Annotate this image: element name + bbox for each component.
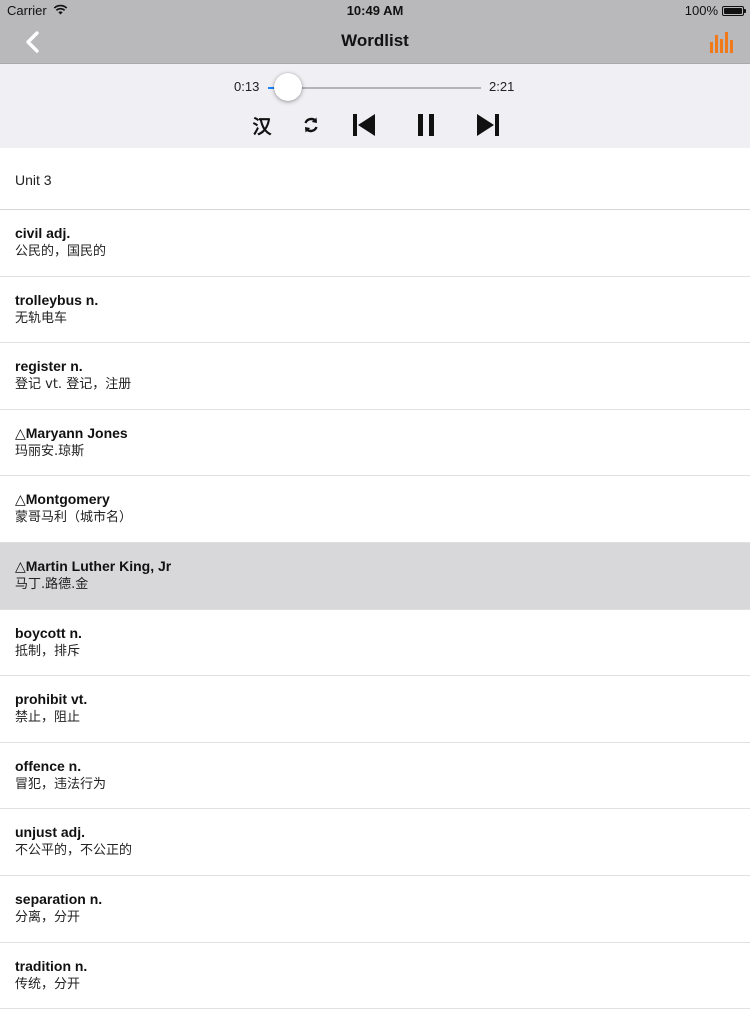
word-term: register n.: [15, 358, 83, 375]
slider-thumb[interactable]: [273, 73, 302, 101]
elapsed-time: 0:13: [234, 79, 260, 94]
word-meaning: 禁止，阻止: [15, 710, 81, 726]
word-term: △Montgomery: [15, 491, 110, 508]
word-meaning: 登记 vt. 登记，注册: [15, 377, 132, 393]
pause-icon: [418, 114, 434, 136]
list-item[interactable]: △Martin Luther King, Jr 马丁.路德.金: [0, 542, 750, 610]
skip-next-icon: [477, 114, 499, 136]
word-term: civil adj.: [15, 225, 71, 241]
word-meaning: 玛丽安.琼斯: [15, 443, 85, 459]
status-bar: Carrier 10:49 AM 100%: [0, 0, 750, 20]
list-item[interactable]: boycott n. 抵制，排斥: [0, 610, 750, 677]
next-track-button[interactable]: [475, 111, 501, 139]
page-title: Wordlist: [341, 31, 409, 50]
word-term: △Martin Luther King, Jr: [15, 557, 172, 574]
word-meaning: 无轨电车: [15, 310, 68, 326]
word-meaning: 抵制，排斥: [15, 643, 81, 659]
word-meaning: 不公平的，不公正的: [15, 843, 133, 859]
list-item[interactable]: civil adj. 公民的，国民的: [0, 210, 750, 277]
word-term: boycott n.: [15, 624, 82, 641]
previous-track-button[interactable]: [351, 111, 377, 139]
word-term: △Maryann Jones: [15, 424, 128, 441]
list-item[interactable]: prohibit vt. 禁止，阻止: [0, 676, 750, 743]
chinese-toggle-button[interactable]: 汉: [249, 111, 275, 139]
battery-percent: 100%: [684, 3, 718, 18]
progress-slider[interactable]: [268, 73, 481, 101]
audio-player: 0:13 2:21 汉: [0, 64, 750, 148]
skip-previous-icon: [353, 114, 375, 136]
word-list: Unit 3 civil adj. 公民的，国民的 trolleybus n. 无轨电…: [0, 148, 750, 1009]
list-item[interactable]: △Maryann Jones 玛丽安.琼斯: [0, 410, 750, 477]
word-term: unjust adj.: [15, 824, 85, 841]
list-item[interactable]: tradition n. 传统，分开: [0, 943, 750, 1009]
word-meaning: 蒙哥马利（城市名）: [15, 510, 133, 526]
repeat-button[interactable]: [300, 111, 322, 139]
list-item[interactable]: separation n. 分离，分开: [0, 876, 750, 943]
word-meaning: 分离，分开: [15, 909, 81, 925]
equalizer-icon: [710, 32, 733, 53]
word-meaning: 传统，分开: [15, 976, 81, 992]
navigation-bar: Wordlist: [0, 20, 750, 64]
total-time: 2:21: [489, 79, 515, 94]
list-item[interactable]: register n. 登记 vt. 登记，注册: [0, 343, 750, 410]
battery-icon: [722, 5, 746, 16]
word-term: trolleybus n.: [15, 291, 99, 308]
pause-button[interactable]: [415, 111, 437, 139]
section-header: Unit 3: [0, 148, 750, 210]
word-term: offence n.: [15, 757, 82, 774]
list-item[interactable]: △Montgomery 蒙哥马利（城市名）: [0, 476, 750, 543]
repeat-icon: [304, 117, 318, 133]
word-meaning: 冒犯，违法行为: [15, 776, 107, 792]
list-item[interactable]: trolleybus n. 无轨电车: [0, 277, 750, 344]
word-term: tradition n.: [15, 957, 88, 974]
word-meaning: 马丁.路德.金: [15, 576, 89, 592]
word-meaning: 公民的，国民的: [15, 244, 107, 259]
list-item[interactable]: offence n. 冒犯，违法行为: [0, 743, 750, 810]
list-item[interactable]: unjust adj. 不公平的，不公正的: [0, 809, 750, 876]
status-time: 10:49 AM: [346, 3, 404, 18]
equalizer-button[interactable]: [708, 29, 734, 55]
status-right: 100%: [684, 3, 746, 18]
word-term: separation n.: [15, 890, 103, 907]
word-term: prohibit vt.: [15, 691, 88, 708]
